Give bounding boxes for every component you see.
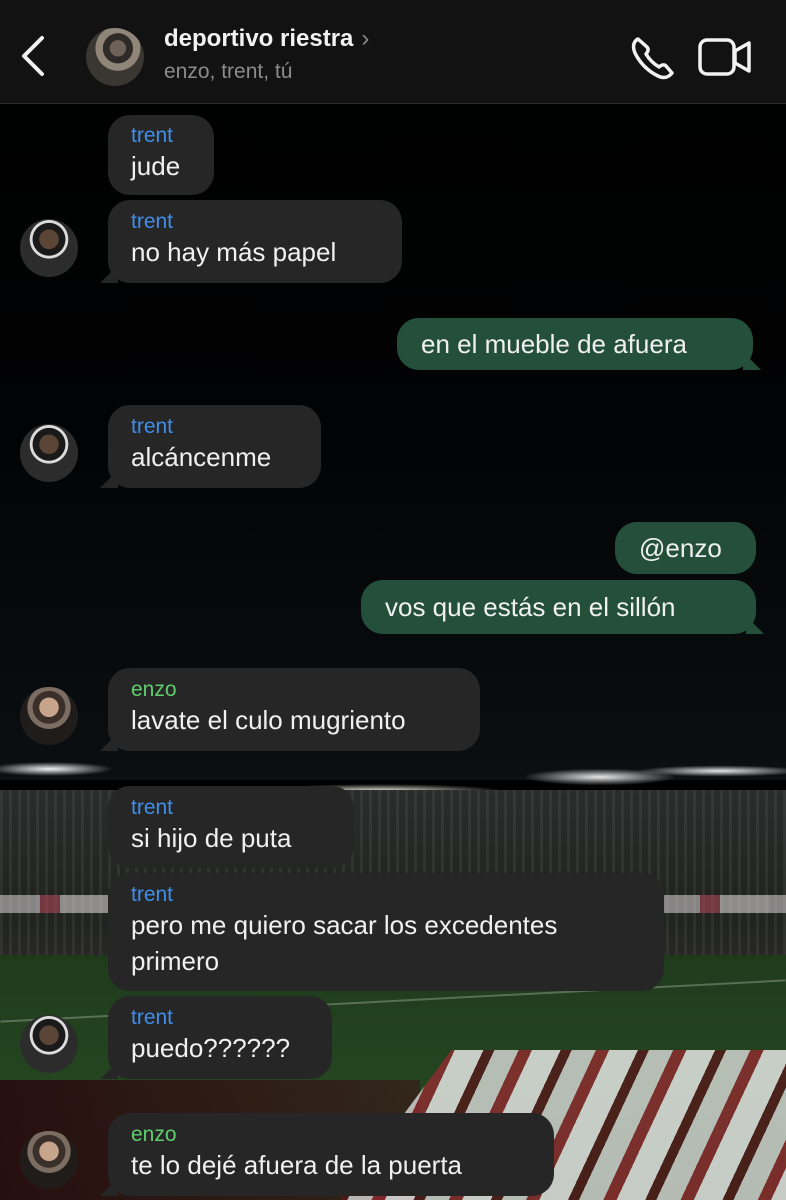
chat-header: deportivo riestra › enzo, trent, tú [0, 0, 786, 104]
message-text: lavate el culo mugriento [131, 705, 406, 735]
sender-name: trent [131, 210, 174, 233]
sender-name: trent [131, 124, 174, 147]
group-name-text: deportivo riestra [164, 25, 354, 52]
message-text: jude [131, 151, 181, 181]
message-bubble[interactable]: trent jude [108, 115, 214, 195]
bubble-tail [100, 265, 118, 283]
group-members: enzo, trent, tú [164, 60, 293, 83]
avatar-trent[interactable] [20, 1015, 78, 1073]
message-text: @enzo [639, 533, 722, 563]
message-text: pero me quiero sacar los excedentes prim… [131, 910, 558, 976]
message-bubble[interactable]: trent pero me quiero sacar los excedente… [108, 873, 664, 991]
sender-name: trent [131, 883, 174, 906]
message-bubble[interactable]: enzo te lo dejé afuera de la puerta [100, 1113, 554, 1196]
message-text: te lo dejé afuera de la puerta [131, 1150, 463, 1180]
avatar-trent[interactable] [20, 219, 78, 277]
sender-name: trent [131, 796, 174, 819]
sender-name: enzo [131, 1123, 177, 1146]
message-bubble-outgoing[interactable]: vos que estás en el sillón [361, 580, 764, 634]
phone-icon[interactable] [628, 33, 680, 81]
message-text: no hay más papel [131, 237, 337, 267]
message-text: si hijo de puta [131, 823, 292, 853]
message-bubble[interactable]: trent no hay más papel [100, 200, 402, 283]
sender-name: trent [131, 1006, 174, 1029]
message-bubble[interactable]: enzo lavate el culo mugriento [100, 668, 480, 751]
group-title[interactable]: deportivo riestra › [164, 25, 369, 53]
message-text: en el mueble de afuera [421, 329, 687, 359]
bubble-tail [100, 470, 118, 488]
message-text: puedo?????? [131, 1033, 291, 1063]
avatar-enzo[interactable] [20, 1131, 78, 1189]
message-text: vos que estás en el sillón [385, 592, 676, 622]
message-bubble[interactable]: trent si hijo de puta [108, 786, 354, 868]
message-bubble-outgoing[interactable]: en el mueble de afuera [397, 318, 761, 370]
group-avatar[interactable] [86, 28, 144, 86]
video-call-icon[interactable] [697, 34, 753, 80]
avatar-trent[interactable] [20, 424, 78, 482]
sender-name: trent [131, 415, 174, 438]
bubble-tail [100, 1178, 118, 1196]
sender-name: enzo [131, 678, 177, 701]
back-arrow-icon[interactable] [16, 34, 52, 78]
chevron-right-icon: › [361, 25, 370, 52]
message-bubble-outgoing[interactable]: @enzo [615, 522, 756, 574]
bubble-tail [100, 1061, 118, 1079]
message-bubble[interactable]: trent puedo?????? [100, 996, 332, 1079]
message-bubble[interactable]: trent alcáncenme [100, 405, 321, 488]
message-text: alcáncenme [131, 442, 272, 472]
bubble-tail [100, 733, 118, 751]
avatar-enzo[interactable] [20, 687, 78, 745]
message-list[interactable]: trent jude trent no hay más papel en el … [0, 0, 786, 1200]
